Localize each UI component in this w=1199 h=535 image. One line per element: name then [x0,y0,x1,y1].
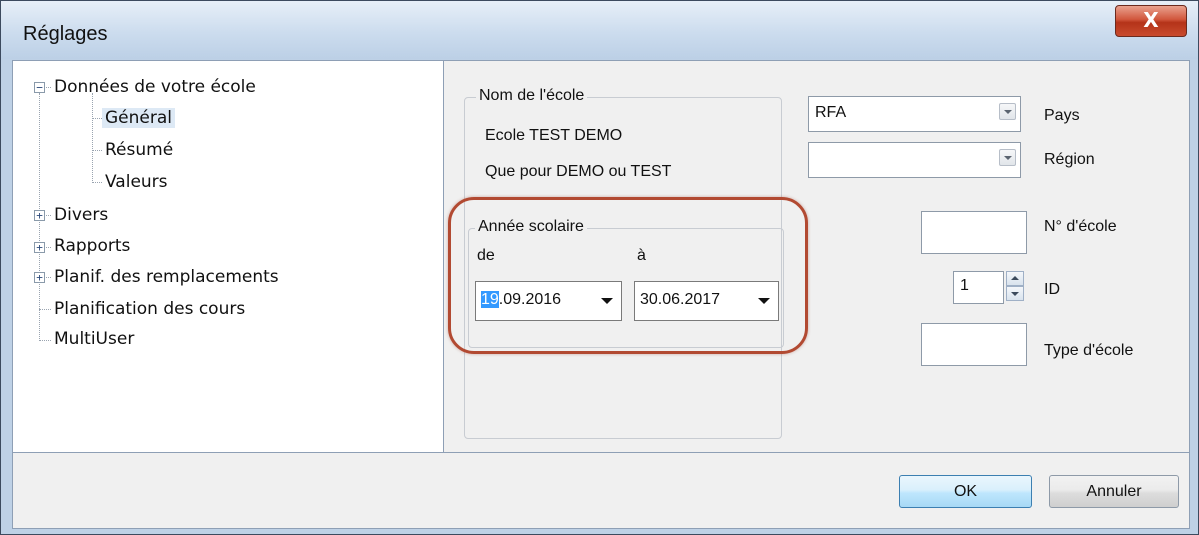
tree-line [44,87,51,88]
tree-item-valeurs[interactable]: Valeurs [105,172,168,192]
expand-icon[interactable]: + [34,242,45,253]
tree-line [44,277,51,278]
settings-dialog: Réglages X − Données de votre école Géné… [0,0,1199,535]
country-value: RFA [815,104,847,121]
tree-item-divers[interactable]: Divers [54,205,108,225]
id-spinner-buttons[interactable] [1006,271,1024,301]
tree-line [92,93,93,183]
tree-line [92,150,102,151]
tree-item-planif-remplacements[interactable]: Planif. des remplacements [54,267,279,287]
school-name-line2: Que pour DEMO ou TEST [485,163,672,180]
school-number-label: N° d'école [1044,218,1117,235]
close-icon: X [1143,8,1159,32]
tree-item-donnees-ecole[interactable]: Données de votre école [54,77,256,97]
school-name-group-label: Nom de l'école [476,87,588,105]
tree-item-rapports[interactable]: Rapports [54,236,130,256]
collapse-icon[interactable]: − [34,82,45,93]
tree-line [92,118,102,119]
tree-line [39,340,51,341]
school-type-input[interactable] [921,323,1027,366]
annotation-highlight-ring [448,197,808,354]
cancel-button[interactable]: Annuler [1049,475,1179,508]
tree-line [39,309,51,310]
window-title: Réglages [23,23,108,45]
spin-up-icon[interactable] [1006,271,1024,286]
tree-line [92,182,102,183]
school-name-line1: Ecole TEST DEMO [485,127,623,144]
close-button[interactable]: X [1115,5,1187,37]
tree-item-general[interactable]: Général [102,108,175,128]
country-dropdown[interactable]: RFA [808,96,1021,132]
tree-line [44,215,51,216]
expand-icon[interactable]: + [34,272,45,283]
school-number-input[interactable] [921,211,1027,254]
id-label: ID [1044,281,1060,298]
country-label: Pays [1044,107,1080,124]
school-type-label: Type d'école [1044,342,1134,359]
ok-button[interactable]: OK [899,475,1032,508]
chevron-down-icon[interactable] [999,103,1016,120]
expand-icon[interactable]: + [34,210,45,221]
title-bar: Réglages X [1,1,1198,59]
id-spinner-input[interactable]: 1 [953,271,1004,304]
region-label: Région [1044,151,1095,168]
settings-tree: − Données de votre école Général Résumé … [12,60,444,453]
id-value: 1 [960,277,969,294]
chevron-down-icon[interactable] [999,149,1016,166]
tree-item-multiuser[interactable]: MultiUser [54,329,134,349]
spin-down-icon[interactable] [1006,286,1024,301]
tree-item-resume[interactable]: Résumé [105,140,173,160]
tree-item-planification-cours[interactable]: Planification des cours [54,299,245,319]
tree-line [44,247,51,248]
region-dropdown[interactable] [808,142,1021,178]
